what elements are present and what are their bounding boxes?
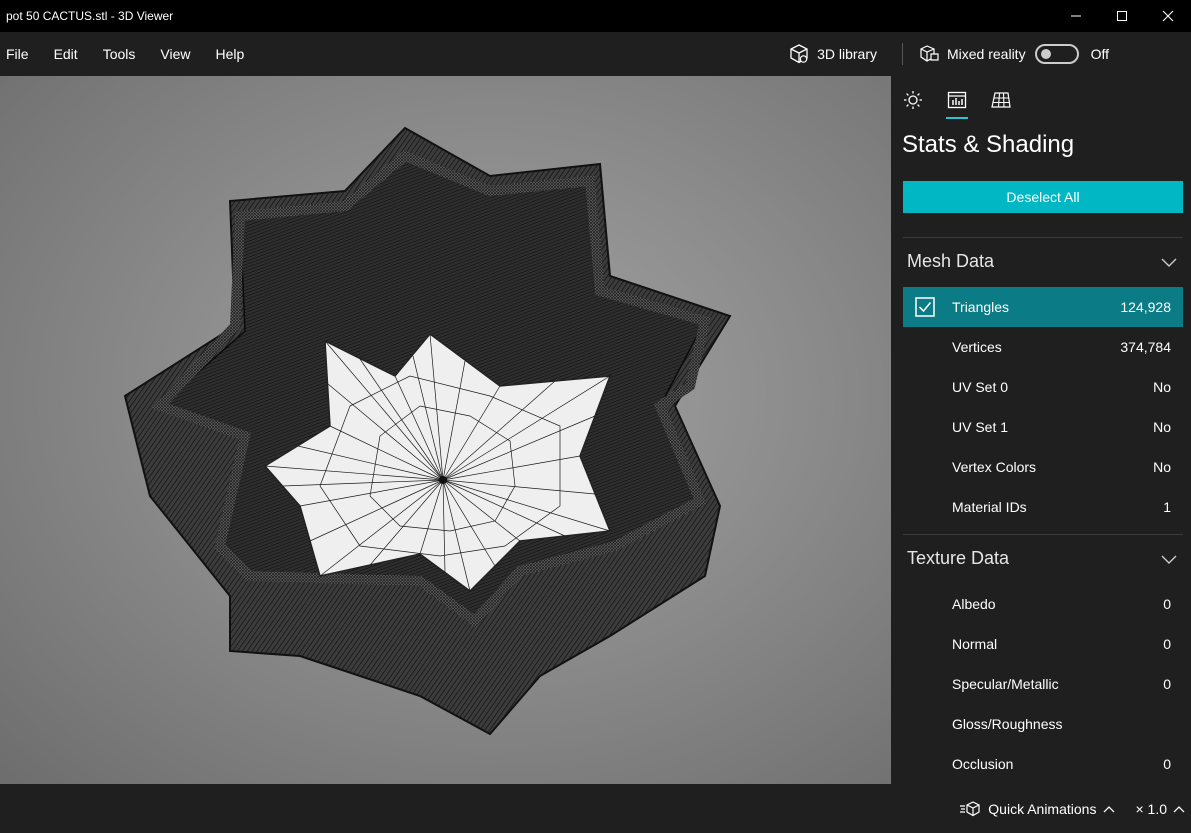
mixed-reality-toggle[interactable] <box>1034 44 1079 64</box>
row-uv-set-1[interactable]: UV Set 1 No <box>903 407 1183 447</box>
row-label: UV Set 0 <box>952 379 1009 395</box>
row-label: Vertex Colors <box>952 459 1037 475</box>
row-label: Specular/Metallic <box>952 676 1059 692</box>
row-vertex-colors[interactable]: Vertex Colors No <box>903 447 1183 487</box>
row-occlusion[interactable]: Occlusion 0 <box>903 744 1183 784</box>
texture-data-header[interactable]: Texture Data <box>903 534 1183 582</box>
texture-data-title: Texture Data <box>907 548 1010 568</box>
panel-title: Stats & Shading <box>902 131 1075 158</box>
row-label: Occlusion <box>952 756 1014 772</box>
close-button[interactable] <box>1145 0 1191 32</box>
row-normal[interactable]: Normal 0 <box>903 624 1183 664</box>
chevron-down-icon <box>1161 555 1177 564</box>
toggle-knob <box>1040 49 1051 59</box>
menu-tools[interactable]: Tools <box>101 46 138 62</box>
chevron-down-icon <box>1161 258 1177 267</box>
row-label: Gloss/Roughness <box>952 716 1063 732</box>
row-material-ids[interactable]: Material IDs 1 <box>903 487 1183 527</box>
mixed-reality-button[interactable]: Mixed reality <box>918 43 1026 65</box>
row-value: 0 <box>1163 676 1171 692</box>
animation-cube-icon <box>960 800 980 816</box>
chevron-up-icon <box>1173 805 1185 812</box>
row-value: 0 <box>1163 636 1171 652</box>
row-label: UV Set 1 <box>952 419 1009 435</box>
row-value: 124,928 <box>1120 299 1171 315</box>
window-title: pot 50 CACTUS.stl - 3D Viewer <box>6 9 174 23</box>
row-value: 374,784 <box>1120 339 1171 355</box>
cube-icon <box>790 44 808 64</box>
row-triangles[interactable]: Triangles 124,928 <box>903 287 1183 327</box>
menu-divider <box>901 43 903 65</box>
row-value: No <box>1153 379 1171 395</box>
row-label: Vertices <box>952 339 1002 355</box>
title-bar: pot 50 CACTUS.stl - 3D Viewer <box>0 0 1191 32</box>
menu-view[interactable]: View <box>158 46 192 62</box>
chevron-up-icon <box>1104 805 1115 812</box>
mixed-reality-icon <box>920 45 939 62</box>
triangles-checkbox[interactable] <box>907 287 943 327</box>
row-value: 1 <box>1163 499 1171 515</box>
tab-lighting[interactable] <box>902 80 924 120</box>
mesh-data-title: Mesh Data <box>907 251 995 271</box>
maximize-icon <box>1117 11 1127 21</box>
animation-speed-button[interactable]: × 1.0 <box>1135 801 1185 817</box>
deselect-all-button[interactable]: Deselect All <box>903 181 1183 213</box>
mixed-reality-label: Mixed reality <box>946 46 1026 62</box>
menu-help[interactable]: Help <box>213 46 246 62</box>
row-label: Normal <box>952 636 998 652</box>
3d-library-label: 3D library <box>817 46 877 62</box>
tab-stats[interactable] <box>946 80 968 120</box>
row-label: Albedo <box>952 596 996 612</box>
mesh-data-header[interactable]: Mesh Data <box>903 237 1183 285</box>
tab-mesh-grid[interactable] <box>990 80 1012 120</box>
row-value: No <box>1153 419 1171 435</box>
row-gloss-roughness[interactable]: Gloss/Roughness <box>903 704 1183 744</box>
stats-icon <box>947 91 967 109</box>
maximize-button[interactable] <box>1099 0 1145 32</box>
row-uv-set-0[interactable]: UV Set 0 No <box>903 367 1183 407</box>
minimize-icon <box>1071 15 1081 17</box>
row-albedo[interactable]: Albedo 0 <box>903 584 1183 624</box>
row-value: 0 <box>1163 756 1171 772</box>
animation-speed-label: × 1.0 <box>1135 800 1167 817</box>
minimize-button[interactable] <box>1053 0 1099 32</box>
menu-edit[interactable]: Edit <box>52 46 80 62</box>
quick-animations-button[interactable]: Quick Animations <box>959 800 1115 818</box>
panel-tabs <box>891 76 1191 124</box>
mesh-grid-icon <box>991 92 1011 108</box>
row-label: Triangles <box>952 299 1010 315</box>
cactus-pot-model <box>123 126 732 736</box>
row-value: 0 <box>1163 596 1171 612</box>
texture-data-list: Albedo 0 Normal 0 Specular/Metallic 0 Gl… <box>903 584 1183 784</box>
close-icon <box>1162 10 1174 22</box>
row-value: No <box>1153 459 1171 475</box>
quick-animations-label: Quick Animations <box>988 800 1097 817</box>
menu-file[interactable]: File <box>4 46 31 62</box>
lighting-icon <box>904 91 922 109</box>
3d-viewport[interactable] <box>0 76 891 784</box>
bottom-bar: Quick Animations × 1.0 <box>0 784 1191 833</box>
row-vertices[interactable]: Vertices 374,784 <box>903 327 1183 367</box>
row-label: Material IDs <box>952 499 1027 515</box>
mesh-data-list: Triangles 124,928 Vertices 374,784 UV Se… <box>903 287 1183 527</box>
row-specular-metallic[interactable]: Specular/Metallic 0 <box>903 664 1183 704</box>
checkbox-checked-icon <box>915 297 935 317</box>
3d-library-button[interactable]: 3D library <box>788 43 902 65</box>
menu-bar: File Edit Tools View Help 3D library Mix… <box>0 32 1191 76</box>
toggle-state-label: Off <box>1090 46 1109 62</box>
stats-shading-panel: Stats & Shading Deselect All Mesh Data T… <box>891 76 1191 784</box>
